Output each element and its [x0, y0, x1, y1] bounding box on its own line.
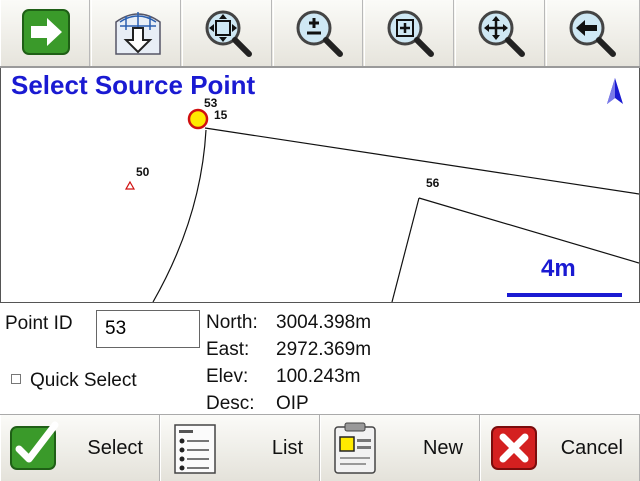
list-document-icon: [174, 424, 216, 474]
point-marker-50[interactable]: [124, 180, 136, 190]
north-value: 3004.398m: [276, 312, 372, 333]
back-button[interactable]: [546, 0, 640, 66]
list-button-label: List: [271, 437, 303, 459]
zoom-window-icon: [387, 10, 434, 57]
pan-button[interactable]: [455, 0, 545, 66]
quick-select-label: Quick Select: [30, 370, 137, 391]
east-label: East:: [206, 339, 250, 360]
desc-value: OIP: [276, 393, 309, 414]
scale-label: 4m: [541, 255, 576, 282]
point-label-50: 50: [136, 165, 150, 179]
list-button[interactable]: List: [160, 415, 320, 481]
select-button[interactable]: Select: [0, 415, 160, 481]
cancel-x-icon: [491, 426, 537, 470]
cancel-button[interactable]: Cancel: [480, 415, 640, 481]
cancel-button-label: Cancel: [560, 437, 623, 459]
zoom-window-button[interactable]: [364, 0, 454, 66]
east-value: 2972.369m: [276, 339, 372, 360]
selected-point-marker[interactable]: [187, 108, 209, 130]
quick-select-checkbox[interactable]: [11, 374, 21, 384]
north-label: North:: [206, 312, 258, 333]
zoom-in-out-button[interactable]: [273, 0, 363, 66]
new-button-label: New: [422, 437, 463, 459]
point-id-label: Point ID: [5, 313, 73, 334]
new-point-clipboard-icon: [334, 422, 376, 474]
next-arrow-button[interactable]: [0, 0, 90, 66]
point-info-panel: Point ID Quick Select North: 3004.398m E…: [0, 303, 640, 414]
action-bar: Select List New Cancel: [0, 414, 640, 481]
toolbar: [0, 0, 640, 68]
elev-value: 100.243m: [276, 366, 361, 387]
select-button-label: Select: [87, 437, 143, 459]
elev-label: Elev:: [206, 366, 249, 387]
right-arrow-icon: [22, 9, 70, 55]
desc-label: Desc:: [206, 393, 255, 414]
zoom-extents-icon: [205, 10, 252, 57]
scale-bar: [507, 293, 622, 297]
zoom-extents-button[interactable]: [182, 0, 272, 66]
new-button[interactable]: New: [320, 415, 480, 481]
globe-download-icon: [115, 12, 161, 55]
checkmark-icon: [10, 421, 59, 470]
point-label-15: 15: [214, 108, 228, 122]
pan-icon: [478, 10, 525, 57]
point-id-input[interactable]: [96, 310, 200, 348]
map-view[interactable]: Select Source Point 53 15 50 56 4m: [0, 68, 640, 303]
zoom-plus-minus-icon: [296, 10, 343, 57]
point-label-56: 56: [426, 176, 440, 190]
import-globe-button[interactable]: [91, 0, 181, 66]
map-canvas[interactable]: 53 15 50 56 4m: [1, 68, 639, 302]
back-arrow-icon: [569, 10, 616, 57]
